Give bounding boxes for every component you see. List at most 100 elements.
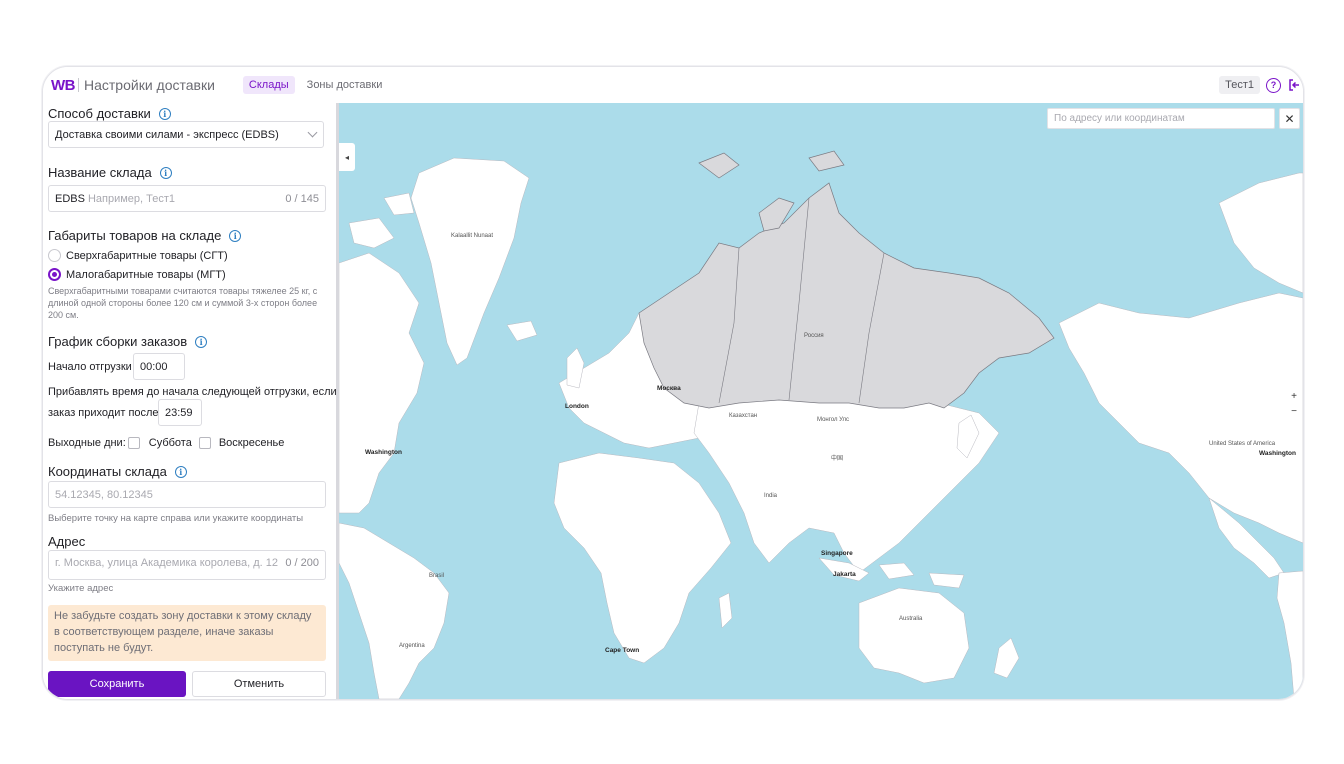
warehouse-form: Способ доставки i Доставка своими силами…: [43, 103, 338, 699]
zoom-in-button[interactable]: +: [1291, 391, 1297, 402]
coordinates-hint: Выберите точку на карте справа или укажи…: [48, 513, 304, 524]
address-label: Адрес: [48, 534, 86, 549]
warehouse-name-placeholder: Например, Тест1: [87, 192, 176, 205]
radio-small-label: Малогабаритные товары (МГТ): [66, 268, 226, 281]
user-chip[interactable]: Тест1: [1219, 76, 1260, 94]
label-brazil: Brasil: [429, 573, 445, 579]
radio-small[interactable]: Малогабаритные товары (МГТ): [48, 268, 226, 281]
label-jakarta: Jakarta: [833, 571, 856, 578]
shipping-start-label: Начало отгрузки с: [48, 361, 141, 373]
info-icon[interactable]: i: [159, 166, 172, 179]
coordinates-placeholder: 54.12345, 80.12345: [55, 488, 153, 501]
canada-islands-shape: [348, 192, 415, 249]
radio-button[interactable]: [48, 249, 61, 262]
question-circle-icon[interactable]: ?: [1266, 77, 1281, 93]
label-mongolia: Монгол Улс: [817, 417, 850, 423]
coordinates-input[interactable]: 54.12345, 80.12345: [48, 481, 326, 508]
warehouse-name-input[interactable]: EDBS Например, Тест1 0 / 145: [48, 185, 326, 212]
collapse-panel-button[interactable]: ◂: [339, 143, 355, 171]
map-canvas[interactable]: [339, 103, 1303, 699]
weekends-label: Выходные дни:: [48, 437, 126, 449]
delivery-method-value: Доставка своими силами - экспресс (EDBS): [55, 128, 279, 141]
schedule-title: График сборки заказов i: [48, 334, 208, 349]
label-australia: Australia: [899, 616, 923, 622]
saturday-checkbox[interactable]: [127, 437, 140, 449]
arctic-islands-shape: [698, 150, 845, 179]
chevron-down-icon: [307, 127, 318, 138]
radio-oversized[interactable]: Сверхгабаритные товары (СГТ): [48, 249, 228, 262]
logout-icon[interactable]: [1287, 78, 1301, 92]
warehouse-name-prefix: EDBS: [55, 192, 85, 205]
dimensions-title: Габариты товаров на складе i: [48, 228, 242, 243]
add-time-label: Прибавлять время до начала следующей отг…: [48, 386, 337, 398]
top-right-controls: Тест1 ?: [1219, 76, 1301, 94]
label-greenland: Kalaallit Nunaat: [451, 233, 494, 239]
label-argentina: Argentina: [399, 643, 425, 649]
label-usa: United States of America: [1209, 441, 1276, 447]
label-russia: Россия: [804, 333, 824, 339]
label-moscow: Москва: [657, 385, 681, 392]
tab-warehouses[interactable]: Склады: [242, 76, 295, 94]
saturday-label: Суббота: [148, 437, 192, 449]
address-input[interactable]: г. Москва, улица Академика королева, д. …: [48, 550, 326, 580]
address-placeholder: г. Москва, улица Академика королева, д. …: [55, 557, 279, 569]
label-china: 中国: [831, 456, 844, 462]
address-title: Адрес: [48, 534, 85, 549]
label-india: India: [764, 493, 778, 499]
app-window: WB Настройки доставки Склады Зоны достав…: [42, 66, 1304, 700]
label-washington: Washington: [365, 449, 402, 456]
cutoff-time-input[interactable]: 23:59: [158, 399, 202, 426]
close-icon[interactable]: ✕: [1279, 108, 1300, 129]
north-america-east-shape: [339, 252, 425, 514]
greenland-shape: [410, 157, 530, 366]
world-map[interactable]: Washington London Москва Россия Казахста…: [339, 103, 1303, 699]
sunday-label: Воскресенье: [218, 437, 285, 449]
char-counter: 0 / 145: [285, 192, 319, 205]
char-counter: 0 / 200: [285, 557, 319, 569]
north-america-west-shape: [1058, 292, 1303, 544]
cutoff-time-value: 23:59: [165, 406, 193, 419]
info-icon[interactable]: i: [195, 335, 208, 348]
divider: [78, 78, 79, 92]
warning-banner: Не забудьте создать зону доставки к этом…: [48, 605, 326, 661]
africa-shape: [553, 452, 732, 664]
label-london: London: [565, 403, 589, 410]
delivery-method-select[interactable]: Доставка своими силами - экспресс (EDBS): [48, 121, 324, 148]
radio-oversized-label: Сверхгабаритные товары (СГТ): [66, 249, 228, 262]
wb-logo[interactable]: WB: [51, 77, 76, 94]
label-kazakhstan: Казахстан: [729, 413, 758, 419]
shipping-start-input[interactable]: 00:00: [133, 353, 185, 380]
new-zealand-shape: [993, 637, 1020, 679]
schedule-label: График сборки заказов: [48, 334, 188, 349]
save-button[interactable]: Сохранить: [48, 671, 186, 697]
sunday-checkbox[interactable]: [198, 437, 211, 449]
zoom-control: + −: [1287, 389, 1301, 419]
madagascar-shape: [718, 592, 733, 629]
weekends-row: Выходные дни: Суббота Воскресенье: [48, 437, 284, 449]
coordinates-title: Координаты склада i: [48, 464, 187, 479]
top-bar: WB Настройки доставки Склады Зоны достав…: [43, 67, 1303, 103]
add-time-label-2: заказ приходит после: [48, 407, 159, 419]
warehouse-name-title: Название склада i: [48, 165, 172, 180]
radio-button-checked[interactable]: [48, 268, 61, 281]
map-search-input[interactable]: По адресу или координатам: [1047, 108, 1275, 129]
info-icon[interactable]: i: [174, 465, 187, 478]
russia-shape: [638, 182, 1055, 409]
south-america-west-shape: [1276, 570, 1303, 699]
label-singapore: Singapore: [821, 550, 853, 557]
north-america-arctic-shape: [1218, 172, 1303, 294]
info-icon[interactable]: i: [158, 107, 171, 120]
coordinates-label: Координаты склада: [48, 464, 167, 479]
label-cape-town: Cape Town: [605, 647, 640, 654]
label-washington-east: Washington: [1259, 450, 1296, 457]
tab-delivery-zones[interactable]: Зоны доставки: [301, 76, 389, 94]
dimensions-label: Габариты товаров на складе: [48, 228, 222, 243]
cancel-button[interactable]: Отменить: [192, 671, 326, 697]
info-icon[interactable]: i: [229, 229, 242, 242]
australia-shape: [858, 587, 970, 684]
dimensions-hint: Сверхгабаритными товарами считаются това…: [48, 286, 318, 320]
warehouse-name-label: Название склада: [48, 165, 152, 180]
south-america-shape: [339, 522, 450, 699]
iceland-shape: [506, 320, 538, 342]
zoom-out-button[interactable]: −: [1291, 406, 1297, 417]
